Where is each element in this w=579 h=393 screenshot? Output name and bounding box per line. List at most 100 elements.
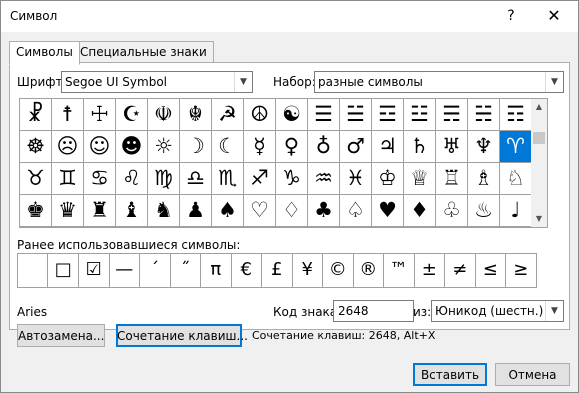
symbol-cell[interactable]: ♑ [276,163,308,195]
scroll-down-icon[interactable]: ▼ [531,211,547,227]
shortcut-key-button[interactable]: Сочетание клавиш... [116,324,248,347]
insert-button[interactable]: Вставить [413,363,487,386]
recent-symbol-cell[interactable]: ≤ [476,254,506,287]
chevron-down-icon[interactable]: ▼ [234,72,252,92]
symbol-cell[interactable]: ♜ [84,195,116,227]
chevron-down-icon[interactable]: ▼ [545,301,563,321]
recent-symbol-cell[interactable]: € [232,254,262,287]
symbol-cell[interactable]: ☿ [244,131,276,163]
close-button[interactable]: ✕ [539,5,569,27]
symbol-cell[interactable]: ♆ [468,131,500,163]
symbol-cell[interactable]: ☩ [84,99,116,131]
symbol-cell[interactable]: ☨ [52,99,84,131]
symbol-cell[interactable]: ♋ [84,163,116,195]
symbol-cell[interactable]: ♏ [212,163,244,195]
symbol-cell[interactable]: ♝ [116,195,148,227]
symbol-cell[interactable]: ♨ [468,195,500,227]
recent-symbol-cell[interactable] [18,254,48,287]
symbol-cell[interactable]: ☧ [20,99,52,131]
font-combobox[interactable]: Segoe UI Symbol ▼ [61,71,253,93]
symbol-cell[interactable]: ♔ [372,163,404,195]
recent-symbol-cell[interactable]: ™ [384,254,415,287]
symbol-cell[interactable]: ☱ [340,99,372,131]
subset-combobox[interactable]: разные символы ▼ [314,71,564,93]
scroll-thumb[interactable] [533,132,545,144]
symbol-cell[interactable]: ♈ [500,131,532,163]
symbol-cell[interactable]: ♣ [308,195,340,227]
symbol-cell[interactable]: ☮ [244,99,276,131]
symbol-cell[interactable]: ♖ [436,163,468,195]
symbol-cell[interactable]: ☭ [212,99,244,131]
symbol-cell[interactable]: ♀ [276,131,308,163]
symbol-cell[interactable]: ♉ [20,163,52,195]
recent-symbol-cell[interactable]: □ [49,254,79,287]
symbol-cell[interactable]: ☶ [500,99,532,131]
symbol-cell[interactable]: ♛ [52,195,84,227]
symbol-cell[interactable]: ☼ [148,131,180,163]
symbol-cell[interactable]: ☬ [180,99,212,131]
recent-symbol-cell[interactable]: ± [415,254,445,287]
chevron-down-icon[interactable]: ▼ [545,72,563,92]
symbol-cell[interactable]: ♩ [500,195,532,227]
symbol-cell[interactable]: ♅ [436,131,468,163]
from-combobox[interactable]: Юникод (шестн.) ▼ [431,300,564,322]
symbol-cell[interactable]: ♒ [308,163,340,195]
symbol-cell[interactable]: ☲ [372,99,404,131]
symbol-cell[interactable]: ♠ [212,195,244,227]
symbol-cell[interactable]: ♤ [340,195,372,227]
symbol-cell[interactable]: ♍ [148,163,180,195]
recent-symbol-cell[interactable]: — [110,254,140,287]
symbol-cell[interactable]: ♐ [244,163,276,195]
symbol-cell[interactable]: ☵ [468,99,500,131]
symbol-cell[interactable]: ♕ [404,163,436,195]
symbol-cell[interactable]: ☹ [52,131,84,163]
symbol-cell[interactable]: ☰ [308,99,340,131]
cancel-button[interactable]: Отмена [495,363,570,386]
symbol-cell[interactable]: ♢ [276,195,308,227]
symbol-cell[interactable]: ♘ [500,163,532,195]
symbol-cell[interactable]: ☯ [276,99,308,131]
symbol-cell[interactable]: ♓ [340,163,372,195]
symbol-cell[interactable]: ☺ [84,131,116,163]
recent-symbol-cell[interactable]: ˝ [171,254,201,287]
tab-special-chars[interactable]: Специальные знаки [73,41,214,64]
symbol-cell[interactable]: ♥ [372,195,404,227]
symbol-cell[interactable]: ☪ [116,99,148,131]
autocorrect-button[interactable]: Автозамена... [17,324,105,347]
symbol-cell[interactable]: ♦ [404,195,436,227]
recent-symbol-cell[interactable]: ≥ [506,254,537,287]
symbol-cell[interactable]: ♄ [404,131,436,163]
scroll-up-icon[interactable]: ▲ [531,99,547,115]
symbol-cell[interactable]: ☽ [180,131,212,163]
symbol-cell[interactable]: ♟ [180,195,212,227]
tab-symbols[interactable]: Символы [9,41,80,65]
recent-symbol-cell[interactable]: ☑ [79,254,110,287]
recent-symbol-cell[interactable]: ¥ [293,254,323,287]
recent-symbol-cell[interactable]: π [201,254,232,287]
char-code-input[interactable]: 2648 [333,300,414,322]
symbol-grid-scrollbar[interactable]: ▲ ▼ [531,98,548,228]
recent-symbol-cell[interactable]: ´ [140,254,171,287]
symbol-cell[interactable]: ♚ [20,195,52,227]
symbol-cell[interactable]: ♗ [468,163,500,195]
symbol-cell[interactable]: ♌ [116,163,148,195]
symbol-cell[interactable]: ♞ [148,195,180,227]
recent-symbol-cell[interactable]: © [323,254,354,287]
symbol-cell[interactable]: ☴ [436,99,468,131]
symbol-cell[interactable]: ♎ [180,163,212,195]
symbol-cell[interactable]: ♊ [52,163,84,195]
symbol-cell[interactable]: ☳ [404,99,436,131]
recent-symbol-cell[interactable]: ≠ [445,254,476,287]
symbol-cell[interactable]: ♃ [372,131,404,163]
symbol-cell[interactable]: ♡ [244,195,276,227]
recent-symbol-cell[interactable]: £ [262,254,293,287]
symbol-cell[interactable]: ♧ [436,195,468,227]
symbol-cell[interactable]: ☻ [116,131,148,163]
symbol-cell[interactable]: ♂ [340,131,372,163]
symbol-cell[interactable]: ☸ [20,131,52,163]
symbol-cell[interactable]: ☾ [212,131,244,163]
symbol-cell[interactable]: ☫ [148,99,180,131]
symbol-cell[interactable]: ♁ [308,131,340,163]
help-button[interactable]: ? [497,5,525,27]
recent-symbol-cell[interactable]: ® [354,254,384,287]
